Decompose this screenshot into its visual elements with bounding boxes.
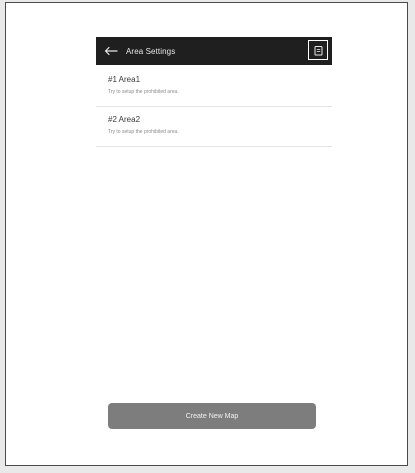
clipboard-button[interactable] bbox=[308, 40, 328, 60]
page-title: Area Settings bbox=[126, 46, 176, 56]
app-header: Area Settings bbox=[96, 37, 332, 65]
area-item-1[interactable]: #1 Area1 Try to setup the prohibited are… bbox=[96, 67, 332, 107]
area-item-2[interactable]: #2 Area2 Try to setup the prohibited are… bbox=[96, 107, 332, 147]
clipboard-icon bbox=[314, 45, 322, 55]
arrow-left-icon bbox=[104, 46, 118, 56]
area-item-title: #2 Area2 bbox=[108, 115, 141, 124]
create-new-map-button[interactable]: Create New Map bbox=[108, 403, 316, 429]
area-item-title: #1 Area1 bbox=[108, 75, 141, 84]
back-button[interactable] bbox=[102, 42, 120, 60]
area-item-subtitle: Try to setup the prohibited area. bbox=[108, 89, 179, 95]
area-item-subtitle: Try to setup the prohibited area. bbox=[108, 129, 179, 135]
area-list: #1 Area1 Try to setup the prohibited are… bbox=[96, 67, 332, 147]
